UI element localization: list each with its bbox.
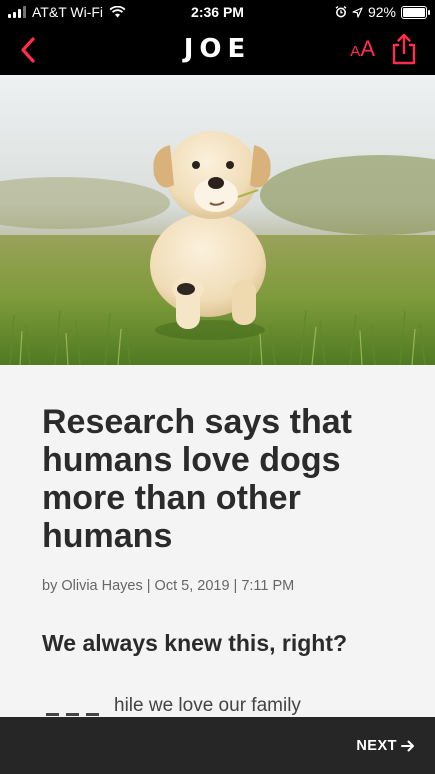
nav-bar: JOE A A [0,24,435,75]
article-body-text: hile we love our family [114,695,301,716]
drop-cap-w [42,695,114,716]
hero-image [0,75,435,365]
battery-percent: 92% [367,4,396,20]
arrow-right-icon [401,740,414,752]
article-title: Research says that humans love dogs more… [42,403,352,555]
article-subheading: We always knew this, right? [42,630,348,656]
next-button[interactable]: NEXT [356,738,415,754]
article-byline: by Olivia Hayes | Oct 5, 2019 | 7:11 PM [42,578,295,594]
bottom-bar: NEXT [0,717,435,774]
article-content: Research says that humans love dogs more… [0,365,435,774]
share-button[interactable] [387,31,421,67]
article-body: hile we love our family [42,695,402,717]
share-icon [392,33,416,65]
battery-level [403,7,426,17]
font-size-button[interactable]: A A [350,36,375,62]
next-label: NEXT [356,738,397,754]
status-bar: AT&T Wi-Fi 2:36 PM 92% [0,0,435,24]
puppy-photo [0,75,435,365]
alarm-icon [335,6,347,18]
article-screen: AT&T Wi-Fi 2:36 PM 92% JOE A A Research … [0,0,435,774]
location-icon [352,6,363,18]
font-size-small-label: A [350,43,361,60]
battery-icon [401,5,430,19]
font-size-large-label: A [360,36,375,61]
status-right: 92% [335,4,430,20]
